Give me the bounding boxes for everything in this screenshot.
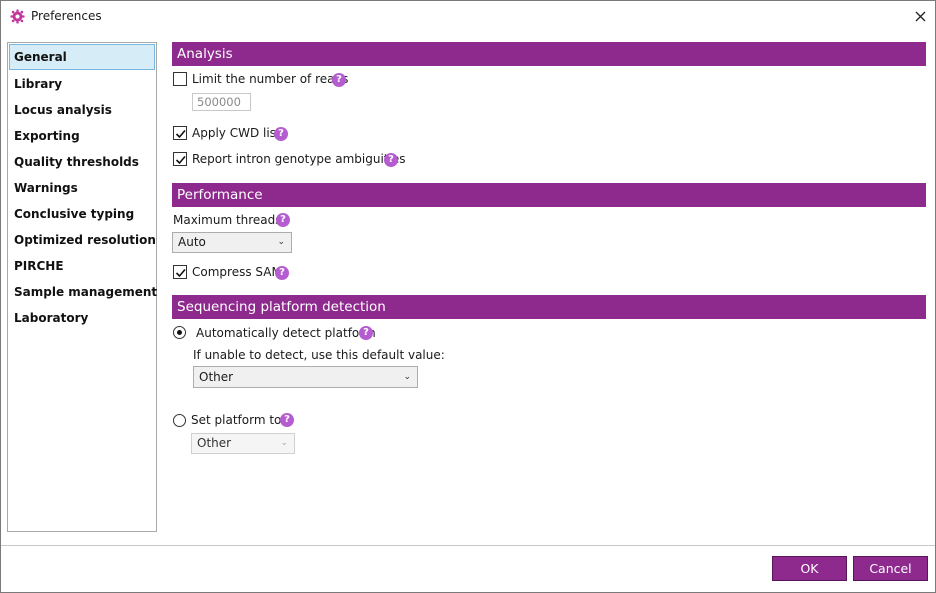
close-button[interactable]	[907, 5, 933, 27]
sidebar-item-quality-thresholds[interactable]: Quality thresholds	[9, 149, 155, 175]
default-platform-value: Other	[199, 370, 234, 384]
help-icon[interactable]: ?	[280, 413, 294, 427]
sidebar-item-exporting[interactable]: Exporting	[9, 123, 155, 149]
radio-dot	[177, 330, 182, 335]
preferences-window: Preferences General Library Locus analys…	[0, 0, 936, 593]
set-platform-radio[interactable]	[173, 414, 186, 427]
analysis-section-header: Analysis	[172, 42, 926, 66]
default-platform-select[interactable]: Other ⌄	[193, 366, 418, 388]
help-icon[interactable]: ?	[276, 213, 290, 227]
window-title: Preferences	[31, 9, 102, 23]
reads-limit-input[interactable]: 500000	[192, 93, 251, 111]
help-icon[interactable]: ?	[332, 73, 346, 87]
compress-sam-label: Compress SAM	[192, 265, 282, 279]
checkmark-icon	[175, 129, 186, 139]
platform-section-header: Sequencing platform detection	[172, 295, 926, 319]
auto-detect-radio[interactable]	[173, 326, 186, 339]
report-intron-label: Report intron genotype ambiguities	[192, 152, 406, 166]
chevron-down-icon: ⌄	[277, 237, 285, 247]
sidebar-item-optimized-resolution[interactable]: Optimized resolution	[9, 227, 156, 253]
default-value-label: If unable to detect, use this default va…	[193, 348, 445, 362]
sidebar-item-library[interactable]: Library	[9, 71, 155, 97]
help-icon[interactable]: ?	[384, 153, 398, 167]
sidebar-item-general[interactable]: General	[9, 44, 155, 70]
max-threads-label: Maximum threads	[173, 213, 282, 227]
chevron-down-icon: ⌄	[280, 438, 288, 448]
limit-reads-label: Limit the number of reads	[192, 72, 349, 86]
set-platform-value: Other	[197, 436, 232, 450]
report-intron-checkbox[interactable]	[173, 152, 187, 166]
ok-button[interactable]: OK	[772, 556, 847, 581]
sidebar-item-pirche[interactable]: PIRCHE	[9, 253, 155, 279]
help-icon[interactable]: ?	[274, 127, 288, 141]
performance-section-header: Performance	[172, 183, 926, 207]
sidebar-item-locus-analysis[interactable]: Locus analysis	[9, 97, 155, 123]
sidebar-item-conclusive-typing[interactable]: Conclusive typing	[9, 201, 155, 227]
apply-cwd-label: Apply CWD list	[192, 126, 281, 140]
help-icon[interactable]: ?	[275, 266, 289, 280]
compress-sam-checkbox[interactable]	[173, 265, 187, 279]
footer-divider	[1, 545, 935, 546]
sidebar-item-warnings[interactable]: Warnings	[9, 175, 155, 201]
checkmark-icon	[175, 155, 186, 165]
app-gear-icon	[10, 9, 25, 24]
title-bar: Preferences	[1, 1, 935, 32]
set-platform-label: Set platform to	[191, 413, 282, 427]
limit-reads-checkbox[interactable]	[173, 72, 187, 86]
close-icon	[915, 11, 925, 21]
max-threads-select[interactable]: Auto ⌄	[172, 232, 292, 253]
chevron-down-icon: ⌄	[403, 372, 411, 382]
checkmark-icon	[175, 268, 186, 278]
category-sidebar: General Library Locus analysis Exporting…	[7, 42, 157, 532]
sidebar-item-sample-management[interactable]: Sample management	[9, 279, 157, 305]
max-threads-value: Auto	[178, 235, 206, 249]
cancel-button[interactable]: Cancel	[853, 556, 928, 581]
sidebar-item-laboratory[interactable]: Laboratory	[9, 305, 155, 331]
apply-cwd-checkbox[interactable]	[173, 126, 187, 140]
help-icon[interactable]: ?	[359, 326, 373, 340]
set-platform-select[interactable]: Other ⌄	[191, 433, 295, 454]
auto-detect-label: Automatically detect platform	[196, 326, 376, 340]
